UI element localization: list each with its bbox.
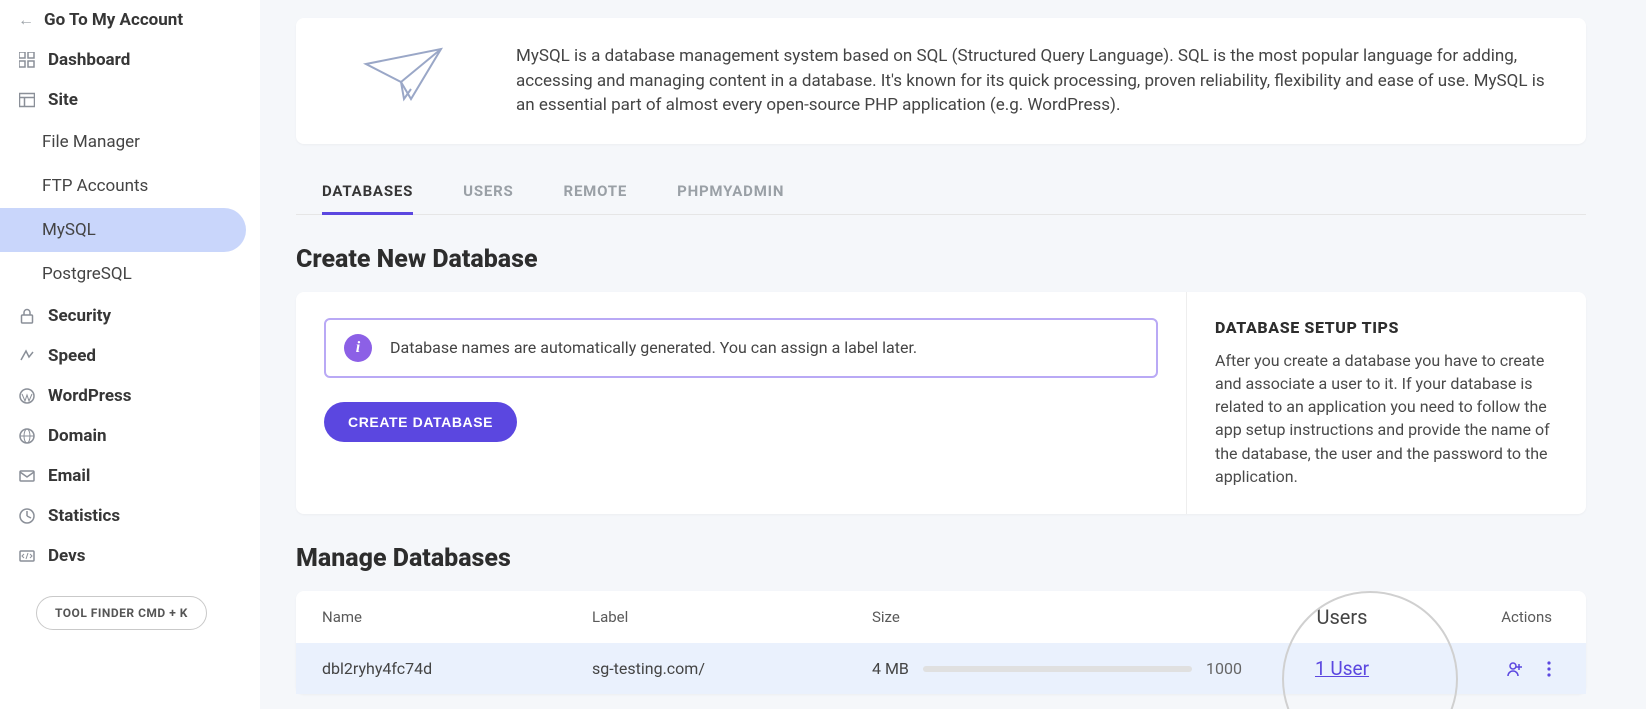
intro-card: MySQL is a database management system ba…: [296, 18, 1586, 144]
info-box: i Database names are automatically gener…: [324, 318, 1158, 378]
tool-finder-button[interactable]: TOOL FINDER CMD + K: [36, 596, 207, 630]
go-back-label: Go To My Account: [44, 10, 183, 30]
col-actions: Actions: [1442, 608, 1552, 626]
sidebar-item-site[interactable]: Site: [0, 80, 260, 120]
email-icon: [18, 467, 36, 485]
cell-label: sg-testing.com/: [592, 659, 872, 678]
size-max: 1000: [1206, 659, 1242, 678]
sidebar-item-dashboard[interactable]: Dashboard: [0, 40, 260, 80]
tips-title: DATABASE SETUP TIPS: [1215, 318, 1558, 337]
table-row: dbl2ryhy4fc74d sg-testing.com/ 4 MB 1000…: [296, 643, 1586, 694]
sidebar-label: Dashboard: [48, 50, 130, 70]
devs-icon: [18, 547, 36, 565]
tab-phpmyadmin[interactable]: PHPMYADMIN: [677, 172, 784, 214]
tab-remote[interactable]: REMOTE: [564, 172, 628, 214]
create-heading: Create New Database: [296, 245, 1586, 274]
info-text: Database names are automatically generat…: [390, 338, 917, 357]
tabs: DATABASES USERS REMOTE PHPMYADMIN: [296, 172, 1586, 215]
col-size: Size: [872, 608, 1242, 626]
stats-icon: [18, 507, 36, 525]
sidebar-label: MySQL: [42, 220, 96, 240]
globe-icon: [18, 427, 36, 445]
sidebar-item-wordpress[interactable]: WordPress: [0, 376, 260, 416]
cell-actions: [1442, 660, 1552, 678]
paper-plane-icon: [326, 44, 486, 114]
sidebar-label: Statistics: [48, 506, 120, 526]
create-card: i Database names are automatically gener…: [296, 292, 1586, 514]
sidebar-item-postgresql[interactable]: PostgreSQL: [0, 252, 260, 296]
info-icon: i: [344, 334, 372, 362]
cell-name: dbl2ryhy4fc74d: [322, 659, 592, 678]
arrow-left-icon: ←: [18, 10, 34, 30]
sidebar-item-ftp[interactable]: FTP Accounts: [0, 164, 260, 208]
sidebar-label: Devs: [48, 546, 85, 566]
cell-size: 4 MB 1000: [872, 659, 1242, 678]
create-database-button[interactable]: CREATE DATABASE: [324, 402, 517, 442]
sidebar-item-speed[interactable]: Speed: [0, 336, 260, 376]
sidebar-item-email[interactable]: Email: [0, 456, 260, 496]
size-bar: [923, 666, 1192, 672]
users-link[interactable]: 1 User: [1242, 657, 1442, 680]
col-name: Name: [322, 608, 592, 626]
sidebar-item-mysql[interactable]: MySQL: [0, 208, 246, 252]
sidebar-label: WordPress: [48, 386, 132, 406]
sidebar-label: Speed: [48, 346, 96, 366]
tab-users[interactable]: USERS: [463, 172, 513, 214]
sidebar-label: Security: [48, 306, 111, 326]
sidebar-item-statistics[interactable]: Statistics: [0, 496, 260, 536]
manage-heading: Manage Databases: [296, 544, 1586, 573]
sidebar-item-devs[interactable]: Devs: [0, 536, 260, 576]
sidebar-item-security[interactable]: Security: [0, 296, 260, 336]
go-back-link[interactable]: ← Go To My Account: [0, 6, 260, 40]
lock-icon: [18, 307, 36, 325]
sidebar-label: Site: [48, 90, 78, 110]
site-icon: [18, 91, 36, 109]
tab-databases[interactable]: DATABASES: [322, 172, 413, 215]
col-users: Users: [1242, 605, 1442, 629]
kebab-menu-icon[interactable]: [1546, 660, 1552, 678]
intro-text: MySQL is a database management system ba…: [516, 44, 1556, 118]
col-label: Label: [592, 608, 872, 626]
sidebar-label: Domain: [48, 426, 107, 446]
sidebar-label: PostgreSQL: [42, 264, 132, 284]
create-left: i Database names are automatically gener…: [296, 292, 1186, 514]
table-header: Name Label Size Users Actions: [296, 591, 1586, 643]
main-content: MySQL is a database management system ba…: [260, 0, 1646, 709]
sidebar-label: FTP Accounts: [42, 176, 148, 196]
speed-icon: [18, 347, 36, 365]
sidebar-item-domain[interactable]: Domain: [0, 416, 260, 456]
sidebar: ← Go To My Account Dashboard Site File M…: [0, 0, 260, 709]
tips-panel: DATABASE SETUP TIPS After you create a d…: [1186, 292, 1586, 514]
tips-body: After you create a database you have to …: [1215, 349, 1558, 488]
add-user-icon[interactable]: [1506, 660, 1524, 678]
databases-table: Name Label Size Users Actions dbl2ryhy4f…: [296, 591, 1586, 694]
sidebar-item-file-manager[interactable]: File Manager: [0, 120, 260, 164]
tool-finder-label: TOOL FINDER CMD + K: [55, 606, 188, 620]
dashboard-icon: [18, 51, 36, 69]
sidebar-label: Email: [48, 466, 90, 486]
sidebar-label: File Manager: [42, 132, 140, 152]
wordpress-icon: [18, 387, 36, 405]
size-value: 4 MB: [872, 659, 909, 678]
